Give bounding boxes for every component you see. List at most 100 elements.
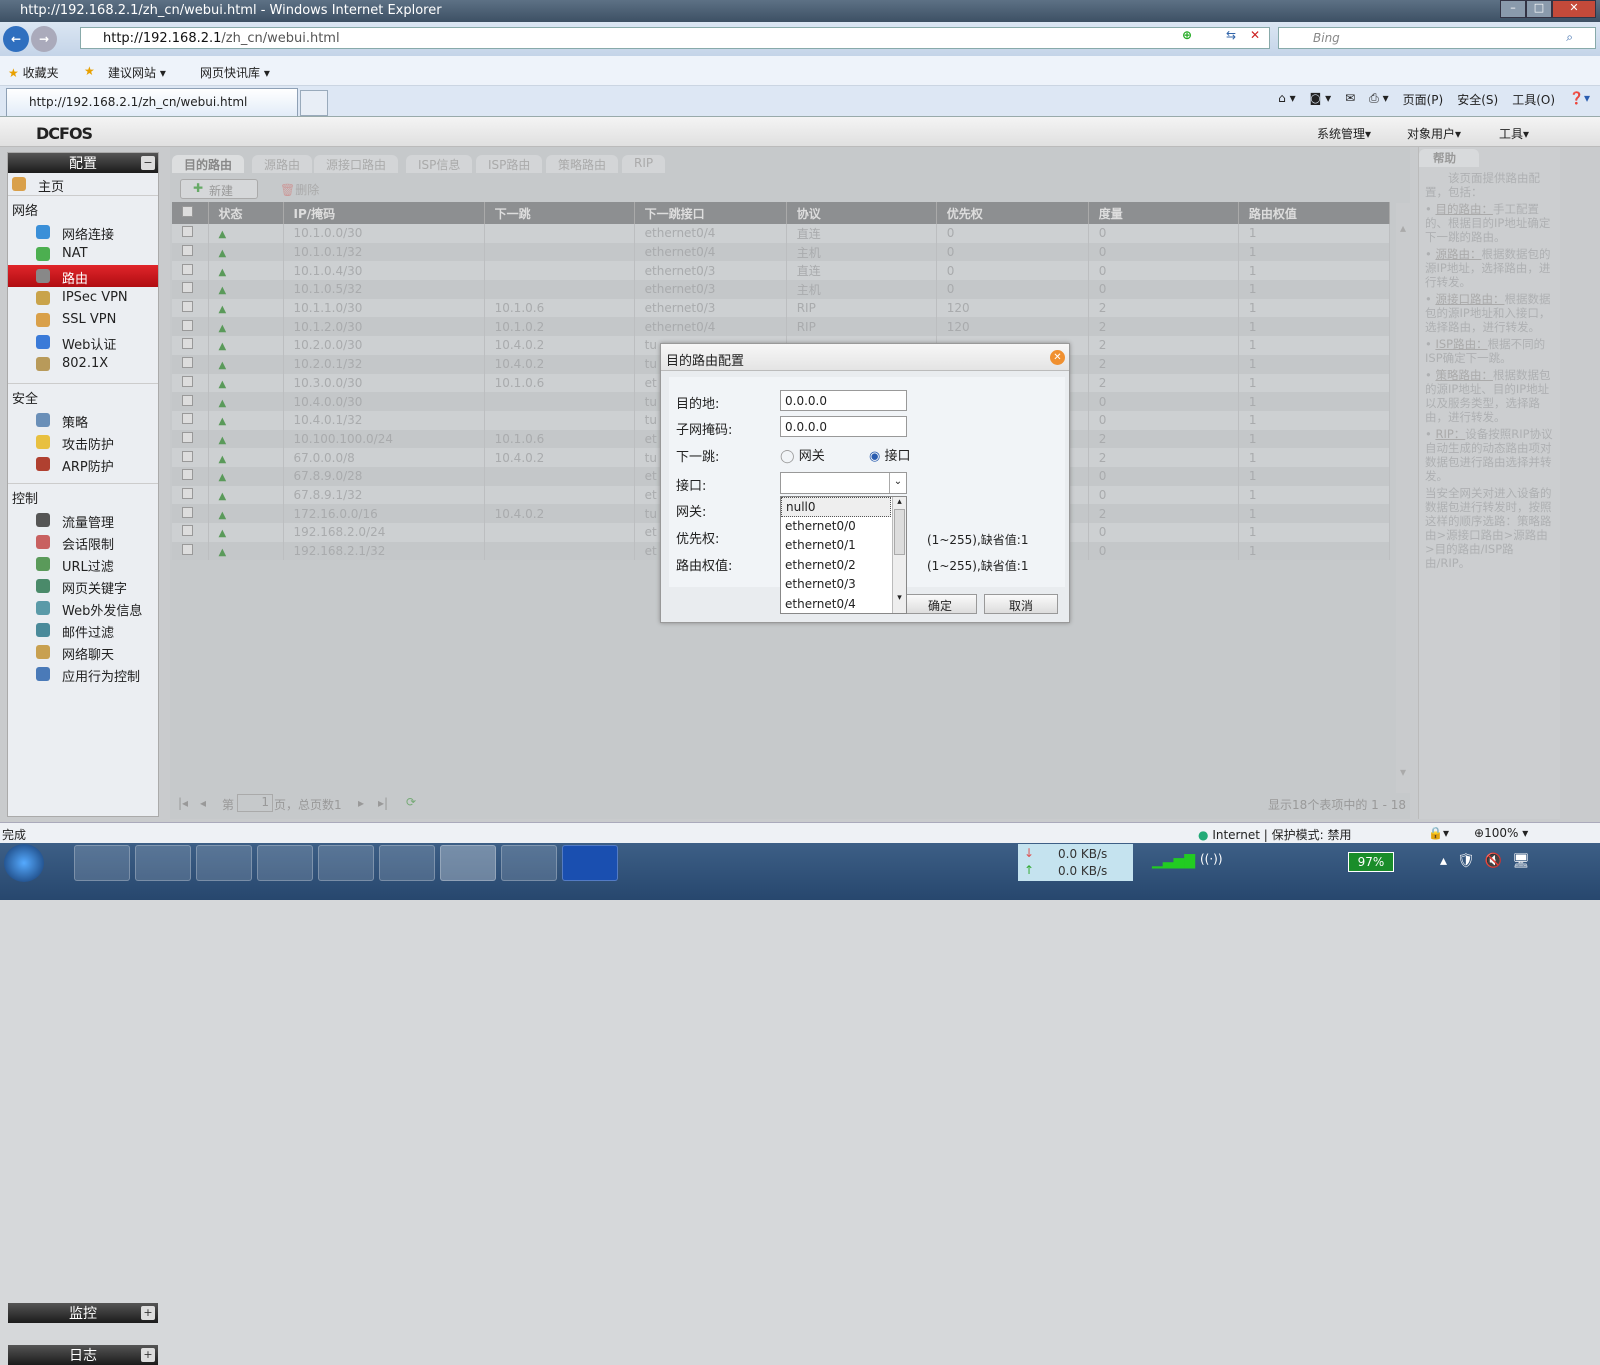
- dropdown-option[interactable]: null0: [781, 497, 891, 517]
- column-header[interactable]: 路由权值: [1238, 202, 1391, 224]
- mask-input[interactable]: 0.0.0.0: [780, 416, 907, 437]
- menu-tools[interactable]: 工具▾: [1499, 125, 1529, 142]
- tray-icons[interactable]: ▴🛡🔇🖥: [1440, 853, 1540, 869]
- row-checkbox[interactable]: [182, 226, 193, 238]
- mail-icon[interactable]: ✉: [1345, 91, 1355, 108]
- radio-gateway[interactable]: ◯ 网关: [780, 445, 825, 464]
- sidebar-item[interactable]: Web外发信息: [8, 597, 158, 619]
- row-checkbox[interactable]: [182, 394, 193, 406]
- collapse-icon[interactable]: −: [141, 156, 155, 170]
- row-checkbox[interactable]: [182, 544, 193, 556]
- web-slice-link[interactable]: 网页快讯库 ▾: [200, 64, 270, 81]
- sidebar-item[interactable]: SSL VPN: [8, 309, 158, 331]
- row-checkbox[interactable]: [182, 413, 193, 425]
- taskbar-outlook[interactable]: [257, 845, 313, 881]
- help-icon[interactable]: ❓▾: [1569, 91, 1590, 108]
- battery-indicator[interactable]: 97%: [1348, 852, 1394, 872]
- dropdown-option[interactable]: ethernet0/0: [781, 517, 891, 537]
- menu-system[interactable]: 系统管理▾: [1317, 125, 1371, 142]
- search-input[interactable]: Bing ⌕: [1278, 27, 1596, 49]
- chevron-down-icon[interactable]: ⌄: [889, 473, 906, 493]
- sidebar-item-home[interactable]: 主页: [8, 173, 158, 195]
- sidebar-item[interactable]: 网页关键字: [8, 575, 158, 597]
- signal-icon[interactable]: ▁▃▅▇: [1152, 853, 1195, 869]
- delete-button[interactable]: 🗑删除: [280, 181, 319, 198]
- help-link[interactable]: ISP路由：: [1435, 337, 1487, 351]
- print-icon[interactable]: ⎙ ▾: [1369, 91, 1388, 108]
- table-row[interactable]: ▲ 10.1.0.5/32 ethernet0/3 主机 0 0 1: [172, 280, 1391, 299]
- prev-page-icon[interactable]: ◂: [200, 796, 206, 810]
- refresh-icon[interactable]: ⟳: [406, 795, 416, 809]
- taskbar-notes[interactable]: [135, 845, 191, 881]
- select-all-checkbox[interactable]: [182, 206, 193, 217]
- tab-1[interactable]: 源路由: [252, 155, 313, 173]
- tab-6[interactable]: RIP: [622, 155, 666, 173]
- search-icon[interactable]: ⌕: [1566, 30, 1573, 45]
- sidebar-item[interactable]: 路由: [8, 265, 158, 287]
- expand-icon[interactable]: +: [141, 1306, 155, 1320]
- ok-button[interactable]: 确定: [903, 594, 977, 614]
- row-checkbox[interactable]: [182, 375, 193, 387]
- row-checkbox[interactable]: [182, 282, 193, 294]
- table-scrollbar[interactable]: ▴ ▾: [1396, 203, 1410, 793]
- browser-tab[interactable]: http://192.168.2.1/zh_cn/webui.html: [6, 88, 298, 116]
- expand-icon[interactable]: +: [141, 1348, 155, 1362]
- table-row[interactable]: ▲ 10.1.1.0/30 10.1.0.6 ethernet0/3 RIP 120 2 1: [172, 298, 1391, 318]
- row-checkbox[interactable]: [182, 431, 193, 443]
- dropdown-option[interactable]: ethernet0/3: [781, 575, 891, 595]
- taskbar-explorer[interactable]: [318, 845, 374, 881]
- radio-interface[interactable]: ◉ 接口: [869, 445, 911, 464]
- row-checkbox[interactable]: [182, 487, 193, 499]
- column-header[interactable]: 状态: [208, 202, 284, 224]
- config-section-header[interactable]: 配置 −: [8, 153, 158, 173]
- column-header[interactable]: IP/掩码: [283, 202, 485, 224]
- sidebar-item[interactable]: 802.1X: [8, 353, 158, 375]
- sidebar-item[interactable]: 网络连接: [8, 221, 158, 243]
- monitor-section-header[interactable]: 监控 +: [8, 1303, 158, 1323]
- row-checkbox[interactable]: [182, 506, 193, 518]
- close-window-button[interactable]: ✕: [1552, 0, 1596, 18]
- page-menu[interactable]: 页面(P): [1403, 91, 1444, 108]
- next-page-icon[interactable]: ▸: [358, 796, 364, 810]
- dropdown-option[interactable]: ethernet0/1: [781, 536, 891, 556]
- column-header[interactable]: 优先权: [936, 202, 1089, 224]
- address-bar[interactable]: http://192.168.2.1/zh_cn/webui.html: [80, 27, 1270, 49]
- minimize-button[interactable]: –: [1500, 0, 1526, 18]
- sidebar-item[interactable]: 攻击防护: [8, 431, 158, 453]
- sidebar-item[interactable]: IPSec VPN: [8, 287, 158, 309]
- column-header[interactable]: 下一跳: [484, 202, 635, 224]
- table-row[interactable]: ▲ 10.1.0.4/30 ethernet0/3 直连 0 0 1: [172, 261, 1391, 281]
- table-row[interactable]: ▲ 10.1.0.0/30 ethernet0/4 直连 0 0 1: [172, 224, 1391, 243]
- sidebar-item[interactable]: 策略: [8, 409, 158, 431]
- tab-0[interactable]: 目的路由: [172, 155, 245, 173]
- table-row[interactable]: ▲ 10.1.0.1/32 ethernet0/4 主机 0 0 1: [172, 242, 1391, 262]
- page-input[interactable]: 1: [237, 794, 273, 812]
- suggested-sites-link[interactable]: 建议网站 ▾: [108, 64, 166, 81]
- taskbar-media[interactable]: [196, 845, 252, 881]
- safety-menu[interactable]: 安全(S): [1457, 91, 1498, 108]
- dropdown-scrollbar[interactable]: ▴ ▾: [892, 497, 906, 613]
- row-checkbox[interactable]: [182, 450, 193, 462]
- taskbar-word[interactable]: [562, 845, 618, 881]
- taskbar-paint[interactable]: [501, 845, 557, 881]
- taskbar-ie[interactable]: [440, 845, 496, 881]
- tab-2[interactable]: 源接口路由: [314, 155, 399, 173]
- sidebar-item[interactable]: ARP防护: [8, 453, 158, 475]
- cancel-button[interactable]: 取消: [984, 594, 1058, 614]
- tab-4[interactable]: ISP路由: [476, 155, 543, 173]
- sidebar-item[interactable]: NAT: [8, 243, 158, 265]
- tab-5[interactable]: 策略路由: [546, 155, 619, 173]
- tab-3[interactable]: ISP信息: [406, 155, 473, 173]
- column-header[interactable]: 协议: [786, 202, 937, 224]
- zoom-control[interactable]: ⊕100% ▾: [1474, 826, 1528, 840]
- column-header[interactable]: 下一跳接口: [634, 202, 787, 224]
- zone-indicator[interactable]: ● Internet | 保护模式: 禁用: [1198, 826, 1352, 843]
- sidebar-item[interactable]: 邮件过滤: [8, 619, 158, 641]
- close-icon[interactable]: ✕: [1050, 350, 1065, 365]
- taskbar-computer[interactable]: [74, 845, 130, 881]
- help-link[interactable]: 目的路由：: [1435, 202, 1493, 216]
- sidebar-item[interactable]: 流量管理: [8, 509, 158, 531]
- favorites-button[interactable]: ★ 收藏夹: [8, 64, 59, 81]
- sidebar-item[interactable]: 应用行为控制: [8, 663, 158, 685]
- maximize-button[interactable]: □: [1526, 0, 1552, 18]
